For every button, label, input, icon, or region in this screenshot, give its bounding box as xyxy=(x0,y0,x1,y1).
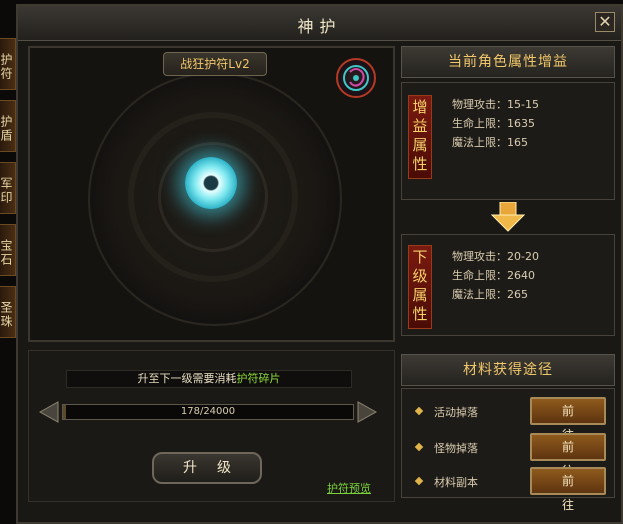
gain-attribute-list: 物理攻击：15-15 生命上限：1635 魔法上限：165 xyxy=(452,95,539,152)
cost-description: 升至下一级需要消耗 xyxy=(137,372,237,385)
upgrade-cost-text: 升至下一级需要消耗护符碎片 xyxy=(66,370,352,388)
next-attributes-label: 下级属性 xyxy=(408,245,432,329)
material-row: 怪物掉落 前往 xyxy=(402,433,614,478)
upgrade-button[interactable]: 升级 xyxy=(152,452,262,484)
side-tab-pearl[interactable]: 圣珠 xyxy=(0,286,16,338)
attribute-line: 魔法上限：165 xyxy=(452,136,528,149)
attribute-header: 当前角色属性增益 xyxy=(401,46,615,78)
charm-name: 战狂护符Lv2 xyxy=(163,52,267,76)
diamond-bullet-icon xyxy=(414,476,424,486)
go-button[interactable]: 前往 xyxy=(530,467,606,512)
side-tab-charm[interactable]: 护符 xyxy=(0,38,16,90)
attribute-line: 生命上限：2640 xyxy=(452,269,535,282)
diamond-bullet-icon xyxy=(414,406,424,416)
material-source-label: 材料副本 xyxy=(434,476,478,489)
arrow-down-icon xyxy=(491,202,525,232)
attribute-line: 物理攻击：20-20 xyxy=(452,250,539,263)
material-row: 活动掉落 前往 xyxy=(402,397,614,442)
progress-right-cap-icon xyxy=(357,401,378,423)
charm-orb xyxy=(185,157,237,209)
charm-preview-link[interactable]: 护符预览 xyxy=(327,480,371,496)
diamond-bullet-icon xyxy=(414,442,424,452)
progress-track: 178/24000 xyxy=(62,404,354,420)
attribute-line: 魔法上限：265 xyxy=(452,288,528,301)
current-attributes-box: 增益属性 物理攻击：15-15 生命上限：1635 魔法上限：165 xyxy=(401,82,615,200)
charm-emblem-icon xyxy=(336,58,376,98)
next-attribute-list: 物理攻击：20-20 生命上限：2640 魔法上限：265 xyxy=(452,247,539,304)
side-tab-shield[interactable]: 护盾 xyxy=(0,100,16,152)
materials-box: 活动掉落 前往 怪物掉落 前往 材料副本 前往 xyxy=(401,388,615,512)
progress-value: 178/24000 xyxy=(180,406,236,417)
fragment-progress: 178/24000 xyxy=(38,398,378,426)
window-title: 神护 xyxy=(297,17,342,36)
next-level-attributes-box: 下级属性 物理攻击：20-20 生命上限：2640 魔法上限：265 xyxy=(401,234,615,336)
attribute-line: 物理攻击：15-15 xyxy=(452,98,539,111)
cost-item-name: 护符碎片 xyxy=(236,372,281,385)
material-row: 材料副本 前往 xyxy=(402,467,614,512)
progress-left-cap-icon xyxy=(38,401,59,423)
gain-attributes-label: 增益属性 xyxy=(408,95,432,179)
close-button[interactable]: ✕ xyxy=(595,12,615,32)
go-button[interactable]: 前往 xyxy=(530,397,606,442)
material-source-label: 活动掉落 xyxy=(434,406,478,419)
side-tab-seal[interactable]: 军印 xyxy=(0,162,16,214)
title-bar: 神护 ✕ xyxy=(18,6,621,41)
go-button[interactable]: 前往 xyxy=(530,433,606,478)
charm-showcase: 战狂护符Lv2 xyxy=(28,46,395,342)
material-source-label: 怪物掉落 xyxy=(434,442,478,455)
attribute-line: 生命上限：1635 xyxy=(452,117,535,130)
side-tab-gem[interactable]: 宝石 xyxy=(0,224,16,276)
materials-header: 材料获得途径 xyxy=(401,354,615,386)
divine-guard-window: 神护 ✕ 战狂护符Lv2 当前角色属性增益 增益属性 物理攻击：15-15 生命… xyxy=(16,4,623,524)
